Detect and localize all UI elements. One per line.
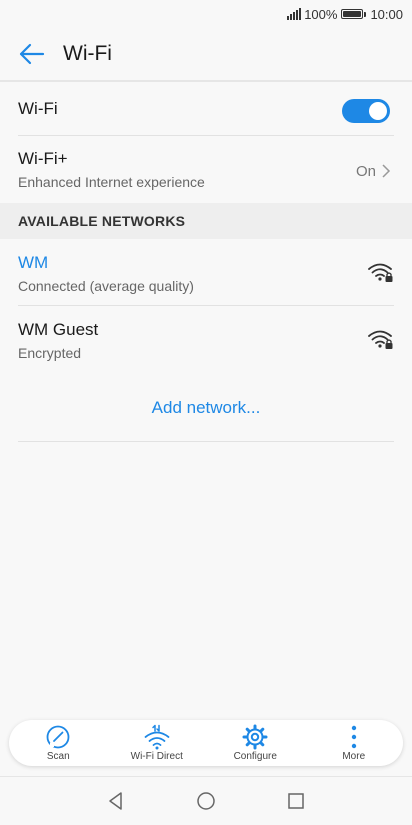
more-button[interactable]: More <box>309 720 399 766</box>
switch-knob <box>369 102 387 120</box>
wifi-plus-value: On <box>355 163 376 180</box>
wifi-direct-button[interactable]: Wi-Fi Direct <box>112 720 202 766</box>
page-title: Wi-Fi <box>63 42 112 65</box>
network-item[interactable]: WM Guest Encrypted <box>18 306 394 374</box>
more-vert-icon <box>351 725 356 749</box>
scan-label: Scan <box>46 751 70 762</box>
home-circle-icon[interactable] <box>192 787 220 815</box>
back-triangle-icon[interactable] <box>102 787 130 815</box>
wifi-direct-label: Wi-Fi Direct <box>130 751 183 762</box>
back-arrow-icon[interactable] <box>17 39 47 69</box>
wifi-label: Wi-Fi <box>18 99 58 118</box>
wifi-toggle-row[interactable]: Wi-Fi <box>18 82 394 136</box>
configure-label: Configure <box>233 751 277 762</box>
gear-icon <box>242 724 268 750</box>
configure-button[interactable]: Configure <box>210 720 300 766</box>
wifi-switch[interactable] <box>342 99 390 123</box>
battery-icon <box>341 9 367 19</box>
bottom-toolbar: Scan Wi-Fi Direct Configure More <box>9 720 403 766</box>
status-bar: 100% 10:00 <box>0 0 412 28</box>
wifi-lock-icon <box>368 263 393 282</box>
available-networks-header: AVAILABLE NETWORKS <box>0 203 412 239</box>
more-label: More <box>342 751 366 762</box>
system-nav-bar <box>0 776 412 825</box>
network-name: WM Guest <box>18 320 99 339</box>
chevron-right-icon <box>382 164 391 178</box>
app-bar: Wi-Fi <box>0 28 412 82</box>
signal-icon <box>287 8 302 20</box>
network-item[interactable]: WM Connected (average quality) <box>18 239 394 306</box>
wifi-plus-row[interactable]: Wi-Fi+ Enhanced Internet experience On <box>18 136 394 203</box>
wifi-plus-subtitle: Enhanced Internet experience <box>18 174 205 190</box>
network-status: Encrypted <box>18 345 82 361</box>
add-network-button[interactable]: Add network... <box>18 374 394 442</box>
network-status: Connected (average quality) <box>18 278 194 294</box>
wifi-plus-label: Wi-Fi+ <box>18 149 68 168</box>
recents-square-icon[interactable] <box>282 787 310 815</box>
clock: 10:00 <box>370 6 403 22</box>
scan-button[interactable]: Scan <box>13 720 103 766</box>
wifi-direct-icon <box>144 724 170 750</box>
battery-percent: 100% <box>304 6 338 22</box>
scan-icon <box>46 725 70 749</box>
wifi-lock-icon <box>368 330 393 349</box>
network-name: WM <box>18 253 49 272</box>
